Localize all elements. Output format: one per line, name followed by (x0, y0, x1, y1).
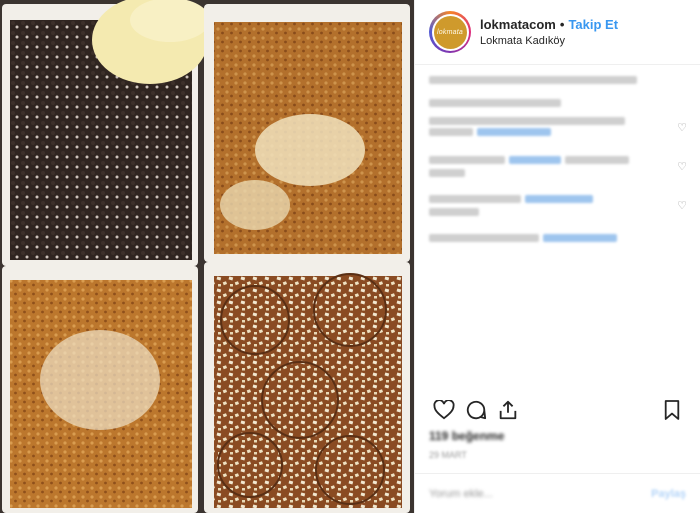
mention-link[interactable] (525, 195, 593, 203)
bookmark-icon[interactable] (657, 397, 687, 423)
comment-line (429, 156, 505, 164)
post-side-panel: lokmata lokmatacom • Takip Et Lokmata Ka… (414, 0, 700, 513)
caption-text-blurred (429, 76, 637, 84)
heart-icon[interactable] (429, 397, 459, 423)
location-link[interactable]: Lokmata Kadıköy (480, 35, 618, 47)
caption-continuation (429, 99, 687, 117)
comment-line (429, 195, 521, 203)
dessert-photo (0, 0, 414, 513)
comments-list: ♡ ♡ ♡ (429, 73, 687, 270)
comment-row (429, 128, 687, 136)
separator-dot: • (559, 17, 565, 32)
post-comment-button[interactable]: Paylaş (651, 488, 686, 500)
comment-like-icon[interactable]: ♡ (677, 160, 687, 173)
comment-line (429, 128, 473, 136)
caption (429, 76, 687, 90)
comment-item: ♡ (429, 117, 687, 153)
header-text: lokmatacom • Takip Et Lokmata Kadıköy (480, 17, 618, 47)
post-header: lokmata lokmatacom • Takip Et Lokmata Ka… (415, 0, 700, 65)
mention-link[interactable] (477, 128, 551, 136)
comment-line (429, 117, 625, 125)
avatar-ring: lokmata (431, 13, 469, 51)
caption-line-blurred (429, 99, 561, 107)
avatar[interactable]: lokmata (429, 11, 471, 53)
add-comment-bar: Yorum ekle... Paylaş (415, 473, 700, 514)
comment-row (429, 156, 687, 164)
likes-count[interactable]: 119 beğenme (429, 429, 504, 443)
comment-like-icon[interactable]: ♡ (677, 121, 687, 134)
comment-icon[interactable] (461, 397, 491, 423)
comment-row (429, 195, 687, 203)
comment-item: ♡ (429, 195, 687, 231)
username-link[interactable]: lokmatacom (480, 17, 556, 32)
post-photo[interactable] (0, 0, 414, 513)
comment-item (429, 234, 687, 270)
instagram-post: lokmata lokmatacom • Takip Et Lokmata Ka… (0, 0, 700, 513)
post-timestamp[interactable]: 29 Mart (429, 450, 467, 460)
comment-row (429, 234, 687, 242)
mention-link[interactable] (509, 156, 561, 164)
comment-line (429, 169, 465, 177)
comment-line (429, 234, 539, 242)
header-line: lokmatacom • Takip Et (480, 17, 618, 32)
follow-button[interactable]: Takip Et (568, 17, 618, 32)
comment-input[interactable]: Yorum ekle... (429, 488, 493, 500)
share-icon[interactable] (493, 397, 523, 423)
comment-item: ♡ (429, 156, 687, 192)
comment-line (565, 156, 629, 164)
mention-link[interactable] (543, 234, 617, 242)
action-bar (429, 396, 687, 424)
avatar-logo: lokmata (433, 15, 467, 49)
comment-line (429, 208, 479, 216)
comment-like-icon[interactable]: ♡ (677, 199, 687, 212)
